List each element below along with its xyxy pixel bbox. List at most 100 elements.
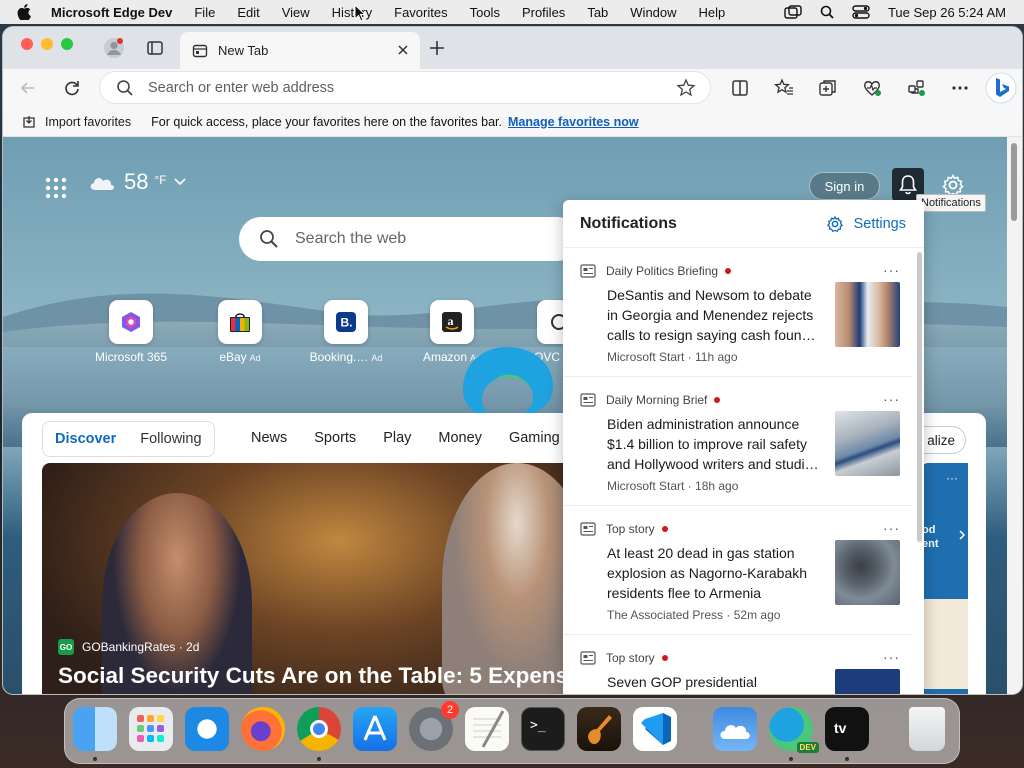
notifications-settings-label: Settings xyxy=(853,216,906,232)
apps-grid-icon[interactable] xyxy=(43,175,69,201)
chevron-down-icon[interactable] xyxy=(173,177,187,187)
more-options-icon[interactable]: ··· xyxy=(883,520,900,536)
menu-profiles[interactable]: Profiles xyxy=(522,5,565,20)
chrome-icon[interactable] xyxy=(297,707,341,751)
address-bar[interactable] xyxy=(100,72,710,103)
quick-link-microsoft365[interactable]: Microsoft 365 xyxy=(91,300,171,364)
bing-copilot-icon[interactable] xyxy=(985,72,1017,104)
edge-dev-icon[interactable]: DEV xyxy=(769,707,819,753)
vscode-icon[interactable] xyxy=(633,707,677,751)
menu-file[interactable]: File xyxy=(194,5,215,20)
more-options-icon[interactable]: ··· xyxy=(883,391,900,407)
category-gaming[interactable]: Gaming xyxy=(509,430,560,446)
manage-favorites-link[interactable]: Manage favorites now xyxy=(508,115,639,129)
weather-app-icon[interactable] xyxy=(713,707,757,751)
minimize-window-button[interactable] xyxy=(41,38,53,50)
menu-tab[interactable]: Tab xyxy=(587,5,608,20)
notifications-scrollbar[interactable] xyxy=(917,252,922,542)
terminal-icon[interactable]: >_ xyxy=(521,707,565,751)
import-favorites-button[interactable]: Import favorites xyxy=(13,114,131,130)
menu-help[interactable]: Help xyxy=(699,5,726,20)
notifications-settings-button[interactable]: Settings xyxy=(826,215,906,233)
tab-discover[interactable]: Discover xyxy=(43,431,128,447)
favorites-icon[interactable] xyxy=(774,78,794,98)
system-settings-icon[interactable]: 2 xyxy=(409,701,459,751)
collections-icon[interactable] xyxy=(818,78,838,98)
chevron-right-icon[interactable] xyxy=(958,529,966,541)
page-scrollbar[interactable] xyxy=(1007,137,1022,694)
apple-icon[interactable] xyxy=(17,2,37,22)
notification-item[interactable]: Top story ··· At least 20 dead in gas st… xyxy=(563,506,913,635)
extensions-icon[interactable] xyxy=(906,78,926,98)
more-options-icon[interactable]: ··· xyxy=(883,262,900,278)
spotlight-icon[interactable] xyxy=(820,5,834,19)
category-play[interactable]: Play xyxy=(383,430,411,446)
finder-icon[interactable] xyxy=(73,707,117,751)
menu-history[interactable]: History xyxy=(332,5,372,20)
new-tab-plus-icon[interactable] xyxy=(427,38,447,58)
launchpad-icon[interactable] xyxy=(129,707,173,751)
category-money[interactable]: Money xyxy=(438,430,482,446)
hero-article-card[interactable]: GO GOBankingRates · 2d Social Security C… xyxy=(42,463,582,694)
notification-text[interactable]: Seven GOP presidential xyxy=(607,672,821,692)
notification-category: Daily Politics Briefing xyxy=(606,264,719,278)
control-center-icon[interactable] xyxy=(852,5,870,19)
close-tab-icon[interactable] xyxy=(396,43,410,57)
search-icon xyxy=(259,229,279,249)
notification-meta: The Associated Press · 52m ago xyxy=(607,608,781,622)
safari-icon[interactable] xyxy=(185,707,229,751)
close-window-button[interactable] xyxy=(21,38,33,50)
sign-in-button[interactable]: Sign in xyxy=(809,172,880,200)
apple-tv-icon[interactable]: tv xyxy=(825,707,869,751)
menu-window[interactable]: Window xyxy=(630,5,676,20)
app-store-icon[interactable] xyxy=(353,707,397,751)
zoom-window-button[interactable] xyxy=(61,38,73,50)
tab-actions-icon[interactable] xyxy=(145,38,165,58)
favorite-star-icon[interactable] xyxy=(676,78,696,98)
menu-view[interactable]: View xyxy=(282,5,310,20)
window-switch-icon[interactable] xyxy=(784,5,802,19)
refresh-icon[interactable] xyxy=(62,78,82,98)
browser-essentials-icon[interactable] xyxy=(862,78,882,98)
tab-new-tab[interactable]: New Tab xyxy=(180,32,420,69)
notification-item[interactable]: Top story ··· Seven GOP presidential xyxy=(563,635,913,694)
menu-favorites[interactable]: Favorites xyxy=(394,5,447,20)
notification-item[interactable]: Daily Politics Briefing ··· DeSantis and… xyxy=(563,248,913,377)
notification-meta: Microsoft Start · 11h ago xyxy=(607,350,738,364)
notification-text[interactable]: Biden administration announce $1.4 billi… xyxy=(607,414,821,474)
scrollbar-thumb[interactable] xyxy=(1011,143,1017,221)
category-news[interactable]: News xyxy=(251,430,287,446)
more-options-icon[interactable]: ··· xyxy=(946,471,958,485)
notification-text[interactable]: DeSantis and Newsom to debate in Georgia… xyxy=(607,285,821,345)
back-arrow-icon[interactable] xyxy=(18,78,38,98)
more-options-icon[interactable]: ··· xyxy=(883,649,900,665)
web-search-box[interactable]: Search the web xyxy=(239,217,579,261)
split-screen-icon[interactable] xyxy=(730,78,750,98)
textedit-icon[interactable] xyxy=(465,707,509,751)
dev-badge: DEV xyxy=(796,742,819,753)
category-sports[interactable]: Sports xyxy=(314,430,356,446)
menubar-clock[interactable]: Tue Sep 26 5:24 AM xyxy=(888,5,1006,20)
side-article-card[interactable]: ··· od ent xyxy=(922,463,968,694)
quick-link-booking[interactable]: B. Booking.… Ad xyxy=(306,300,386,364)
tab-following[interactable]: Following xyxy=(128,431,213,447)
menu-edit[interactable]: Edit xyxy=(237,5,259,20)
menu-tools[interactable]: Tools xyxy=(470,5,500,20)
quick-link-ebay[interactable]: eBay Ad xyxy=(200,300,280,364)
address-input[interactable] xyxy=(148,79,648,96)
notifications-list: Daily Politics Briefing ··· DeSantis and… xyxy=(563,248,913,694)
running-indicator xyxy=(317,757,321,761)
hero-headline[interactable]: Social Security Cuts Are on the Table: 5… xyxy=(58,663,582,689)
trash-icon[interactable] xyxy=(909,707,945,751)
garageband-icon[interactable] xyxy=(577,707,621,751)
notification-item[interactable]: Daily Morning Brief ··· Biden administra… xyxy=(563,377,913,506)
profile-avatar-icon[interactable] xyxy=(103,37,125,59)
bell-icon xyxy=(898,174,918,196)
notification-text[interactable]: At least 20 dead in gas station explosio… xyxy=(607,543,821,603)
firefox-icon[interactable] xyxy=(241,707,285,751)
search-icon xyxy=(116,79,134,97)
weather-widget[interactable]: 58 °F xyxy=(88,169,187,195)
notification-thumbnail xyxy=(835,669,900,694)
menu-app-name[interactable]: Microsoft Edge Dev xyxy=(51,5,172,20)
more-options-icon[interactable] xyxy=(950,78,970,98)
